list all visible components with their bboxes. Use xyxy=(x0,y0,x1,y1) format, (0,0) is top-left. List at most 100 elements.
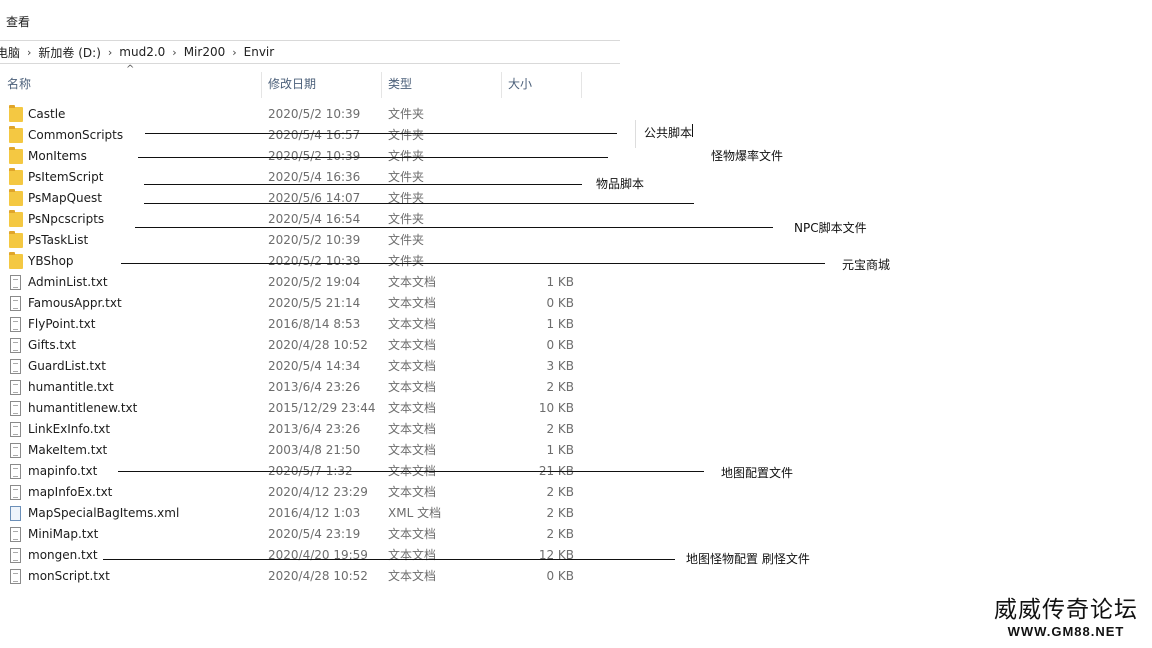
file-size: 3 KB xyxy=(546,359,574,373)
folder-icon xyxy=(9,126,23,143)
column-divider[interactable] xyxy=(501,72,502,98)
file-row[interactable]: mapInfoEx.txt 2020/4/12 23:29 文本文档 2 KB xyxy=(0,482,600,503)
file-date: 2020/5/5 21:14 xyxy=(268,296,361,310)
column-header-size[interactable]: 大小 xyxy=(508,69,532,99)
annotation-item-script: 物品脚本 xyxy=(596,177,645,191)
file-date: 2020/5/4 23:19 xyxy=(268,527,361,541)
file-row[interactable]: MapSpecialBagItems.xml 2016/4/12 1:03 XML … xyxy=(0,503,600,524)
file-row[interactable]: LinkExInfo.txt 2013/6/4 23:26 文本文档 2 KB xyxy=(0,419,600,440)
file-size: 2 KB xyxy=(546,527,574,541)
annotation-line xyxy=(118,471,704,472)
column-divider[interactable] xyxy=(381,72,382,98)
chevron-right-icon[interactable]: › xyxy=(24,46,34,59)
chevron-right-icon[interactable]: › xyxy=(229,46,239,59)
file-date: 2020/5/2 10:39 xyxy=(268,233,361,247)
column-divider[interactable] xyxy=(261,72,262,98)
file-date: 2020/4/28 10:52 xyxy=(268,338,368,352)
folder-icon xyxy=(9,168,23,185)
file-row[interactable]: humantitlenew.txt 2015/12/29 23:44 文本文档 10 … xyxy=(0,398,600,419)
file-date: 2020/4/20 19:59 xyxy=(268,548,368,562)
file-date: 2016/4/12 1:03 xyxy=(268,506,361,520)
file-name: PsNpcscripts xyxy=(28,212,105,226)
address-bar[interactable]: 电脑 › 新加卷 (D:) › mud2.0 › Mir200 › Envir xyxy=(0,40,620,64)
text-file-icon xyxy=(10,359,21,374)
file-row[interactable]: humantitle.txt 2013/6/4 23:26 文本文档 2 KB xyxy=(0,377,600,398)
file-type: 文本文档 xyxy=(388,359,437,373)
file-date: 2020/5/2 10:39 xyxy=(268,254,361,268)
breadcrumb-computer[interactable]: 电脑 xyxy=(0,44,24,61)
file-row[interactable]: Gifts.txt 2020/4/28 10:52 文本文档 0 KB xyxy=(0,335,600,356)
annotation-line xyxy=(103,559,675,560)
file-type: 文本文档 xyxy=(388,275,437,289)
annotation-line xyxy=(145,133,617,134)
annotation-line xyxy=(121,263,825,264)
text-file-icon xyxy=(10,464,21,479)
breadcrumb-envir[interactable]: Envir xyxy=(240,45,279,59)
file-name: humantitlenew.txt xyxy=(28,401,138,415)
file-name: MapSpecialBagItems.xml xyxy=(28,506,180,520)
breadcrumb-mud[interactable]: mud2.0 xyxy=(115,45,169,59)
file-size: 10 KB xyxy=(538,401,574,415)
chevron-right-icon[interactable]: › xyxy=(169,46,179,59)
file-row[interactable]: CommonScripts 2020/5/4 16:57 文件夹 xyxy=(0,125,600,146)
folder-icon xyxy=(9,147,23,164)
file-row[interactable]: YBShop 2020/5/2 10:39 文件夹 xyxy=(0,251,600,272)
file-row[interactable]: PsMapQuest 2020/5/6 14:07 文件夹 xyxy=(0,188,600,209)
annotation-line xyxy=(138,157,608,158)
file-name: MiniMap.txt xyxy=(28,527,99,541)
file-type: 文件夹 xyxy=(388,254,425,268)
file-type: 文本文档 xyxy=(388,317,437,331)
text-file-icon xyxy=(10,401,21,416)
chevron-right-icon[interactable]: › xyxy=(105,46,115,59)
file-name: monScript.txt xyxy=(28,569,110,583)
text-cursor xyxy=(692,124,693,137)
file-type: 文本文档 xyxy=(388,401,437,415)
column-header-date[interactable]: 修改日期 xyxy=(268,69,316,99)
file-row[interactable]: MakeItem.txt 2003/4/8 21:50 文本文档 1 KB xyxy=(0,440,600,461)
breadcrumb-mir200[interactable]: Mir200 xyxy=(180,45,230,59)
file-row[interactable]: PsTaskList 2020/5/2 10:39 文件夹 xyxy=(0,230,600,251)
text-file-icon xyxy=(10,569,21,584)
file-size: 1 KB xyxy=(546,443,574,457)
file-name: GuardList.txt xyxy=(28,359,106,373)
file-row[interactable]: FamousAppr.txt 2020/5/5 21:14 文本文档 0 KB xyxy=(0,293,600,314)
annotation-mon-items: 怪物爆率文件 xyxy=(711,149,784,163)
folder-icon xyxy=(9,252,23,269)
watermark-url: WWW.GM88.NET xyxy=(1007,624,1125,639)
text-file-icon xyxy=(10,422,21,437)
annotation-line xyxy=(144,203,694,204)
file-type: 文本文档 xyxy=(388,338,437,352)
file-row[interactable]: MiniMap.txt 2020/5/4 23:19 文本文档 2 KB xyxy=(0,524,600,545)
file-row[interactable]: GuardList.txt 2020/5/4 14:34 文本文档 3 KB xyxy=(0,356,600,377)
file-size: 12 KB xyxy=(538,548,574,562)
text-file-icon xyxy=(10,275,21,290)
folder-icon xyxy=(9,189,23,206)
file-type: 文本文档 xyxy=(388,443,437,457)
text-file-icon xyxy=(10,380,21,395)
file-size: 2 KB xyxy=(546,506,574,520)
file-type: 文件夹 xyxy=(388,128,425,142)
file-name: humantitle.txt xyxy=(28,380,114,394)
file-size: 1 KB xyxy=(546,317,574,331)
file-row[interactable]: AdminList.txt 2020/5/2 19:04 文本文档 1 KB xyxy=(0,272,600,293)
column-divider[interactable] xyxy=(581,72,582,98)
file-size: 1 KB xyxy=(546,275,574,289)
file-size: 0 KB xyxy=(546,338,574,352)
file-type: 文件夹 xyxy=(388,191,425,205)
file-row[interactable]: monScript.txt 2020/4/28 10:52 文本文档 0 KB xyxy=(0,566,600,587)
file-name: Gifts.txt xyxy=(28,338,76,352)
file-row[interactable]: Castle 2020/5/2 10:39 文件夹 xyxy=(0,104,600,125)
file-type: 文本文档 xyxy=(388,296,437,310)
file-row[interactable]: mongen.txt 2020/4/20 19:59 文本文档 12 KB xyxy=(0,545,600,566)
file-type: 文件夹 xyxy=(388,233,425,247)
file-name: YBShop xyxy=(28,254,74,268)
column-header-type[interactable]: 类型 xyxy=(388,69,412,99)
file-row[interactable]: FlyPoint.txt 2016/8/14 8:53 文本文档 1 KB xyxy=(0,314,600,335)
file-date: 2013/6/4 23:26 xyxy=(268,422,361,436)
folder-icon xyxy=(9,210,23,227)
view-menu[interactable]: 查看 xyxy=(6,13,30,30)
column-header-name[interactable]: 名称 xyxy=(7,69,31,99)
breadcrumb-drive[interactable]: 新加卷 (D:) xyxy=(34,44,104,61)
file-type: XML 文档 xyxy=(388,506,442,520)
text-file-icon xyxy=(10,443,21,458)
